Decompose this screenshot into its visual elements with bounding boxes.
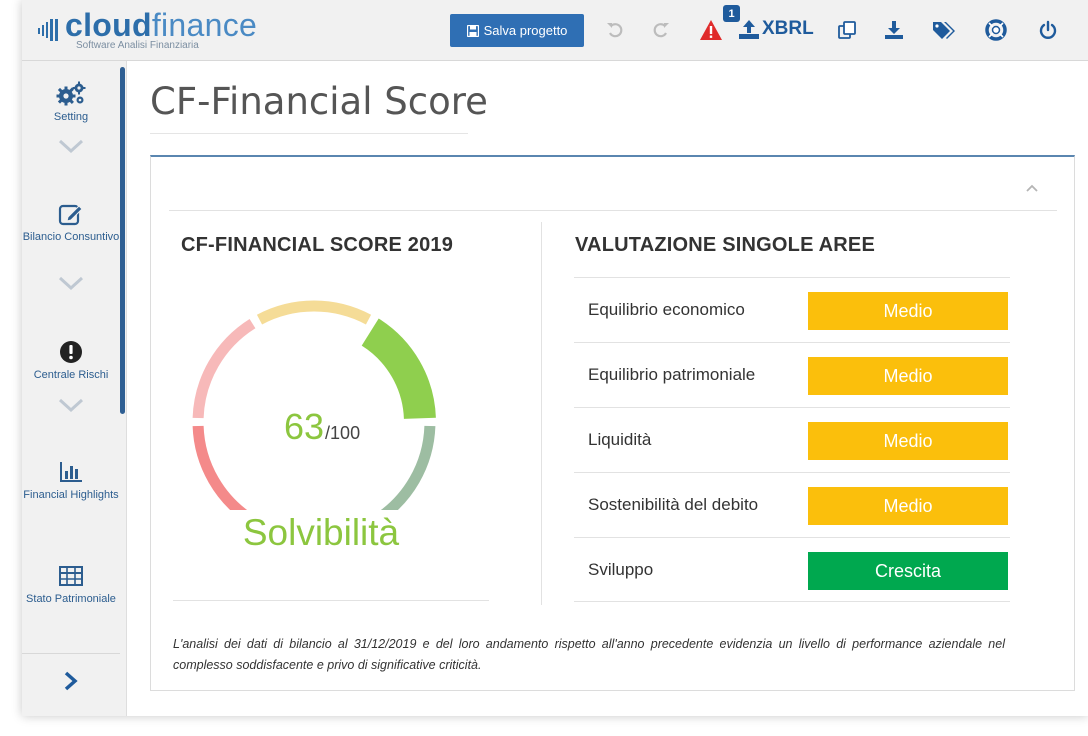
logo[interactable]: cloudfinance Software Analisi Finanziari… [38,6,298,52]
sidebar-item-centrale-rischi[interactable]: Centrale Rischi [22,339,120,383]
sidebar-item-label: Setting [53,111,89,123]
score-label: Solvibilità [242,512,400,553]
copy-icon[interactable] [835,18,859,42]
score-number: 63 [284,406,325,447]
areas-section-title: VALUTAZIONE SINGOLE AREE [575,234,875,256]
chevron-down-icon[interactable] [58,397,84,413]
upload-xbrl-button[interactable]: XBRL [738,16,814,42]
bar-chart-icon [22,459,120,485]
table-icon [22,563,120,589]
sidebar-item-setting[interactable]: Setting [22,81,120,125]
chevron-up-icon[interactable] [1025,183,1039,193]
area-rating-badge: Crescita [808,552,1008,590]
sidebar-item-stato-patrimoniale[interactable]: Stato Patrimoniale [22,563,120,607]
area-row: Liquidità Medio [574,407,1010,472]
chevron-right-icon[interactable] [63,670,79,692]
panel-divider [169,210,1057,211]
gauge-segment [192,425,248,510]
area-rating-badge: Medio [808,357,1008,395]
sidebar-item-label: Financial Highlights [23,489,119,501]
sidebar-item-label: Stato Patrimoniale [26,593,116,605]
gauge-segment-active [361,318,436,420]
area-label: Equilibrio patrimoniale [588,365,756,384]
redo-icon[interactable] [649,18,673,42]
score-gauge [192,300,436,510]
gauge-segment [192,318,256,419]
tags-icon[interactable] [932,18,956,42]
area-label: Equilibrio economico [588,300,745,319]
xbrl-label: XBRL [762,18,814,39]
score-value: 63 /100 [284,406,360,448]
area-label: Liquidità [588,430,652,449]
area-row: Equilibrio patrimoniale Medio [574,342,1010,407]
gauge-segment [256,300,372,325]
area-rating-badge: Medio [808,487,1008,525]
area-rating-badge: Medio [808,422,1008,460]
area-label: Sviluppo [588,560,654,579]
score-max: /100 [325,423,361,443]
sidebar-item-bilancio-consuntivo[interactable]: Bilancio Consuntivo [22,201,120,245]
sidebar-item-label: Centrale Rischi [33,369,109,381]
areas-table: Equilibrio economico Medio Equilibrio pa… [574,277,1010,602]
upload-icon [739,20,759,39]
page-title: CF-Financial Score [150,80,488,123]
score-section-title: CF-FINANCIAL SCORE 2019 [181,234,454,256]
top-bar: cloudfinance Software Analisi Finanziari… [22,0,1088,61]
app-window: cloudfinance Software Analisi Finanziari… [22,0,1088,716]
sidebar-footer [22,653,120,716]
help-lifebuoy-icon[interactable] [984,18,1008,42]
edit-icon [22,201,120,227]
chevron-down-icon[interactable] [58,138,84,154]
area-row: Sostenibilità del debito Medio [574,472,1010,537]
logo-text: cloudfinance [65,7,258,43]
sidebar-scrollbar[interactable] [120,67,125,414]
gauge-segment [380,425,436,510]
analysis-note: L'analisi dei dati di bilancio al 31/12/… [173,637,1005,672]
save-project-button[interactable]: Salva progetto [450,14,584,47]
download-icon[interactable] [882,18,906,42]
area-row: Sviluppo Crescita [574,537,1010,602]
sidebar-item-label: Bilancio Consuntivo [22,231,120,243]
sidebar: Setting Bilancio Consuntivo Centrale Ris… [22,61,127,716]
chevron-down-icon[interactable] [58,275,84,291]
logo-subtitle: Software Analisi Finanziaria [76,40,199,51]
gears-icon [22,81,120,107]
undo-icon[interactable] [603,18,627,42]
exclamation-circle-icon [22,339,120,365]
sidebar-item-financial-highlights[interactable]: Financial Highlights [22,459,120,503]
score-bottom-divider [173,600,489,601]
save-project-label: Salva progetto [483,23,568,38]
title-underline [150,133,468,134]
power-icon[interactable] [1036,18,1060,42]
column-divider [541,222,542,605]
area-label: Sostenibilità del debito [588,495,759,514]
floppy-icon [466,24,479,37]
area-row: Equilibrio economico Medio [574,277,1010,342]
area-rating-badge: Medio [808,292,1008,330]
warning-icon[interactable] [699,18,723,42]
logo-bars-icon [38,19,58,41]
